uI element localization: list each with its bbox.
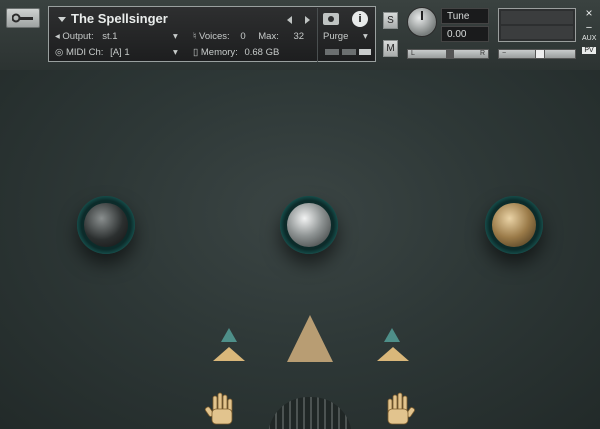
volume-slider[interactable]: −	[498, 49, 576, 59]
aux-button[interactable]: AUX	[582, 35, 596, 42]
volume-handle[interactable]	[535, 49, 545, 59]
small-triangle-right-icon	[384, 328, 400, 342]
output-dropdown-icon: ▾	[173, 31, 178, 42]
level-meter-left	[501, 11, 573, 24]
minimize-button[interactable]: −	[582, 22, 596, 34]
collapse-arrow-icon[interactable]	[58, 17, 66, 22]
tune-knob[interactable]	[407, 7, 437, 37]
midi-value: [A] 1	[110, 47, 130, 58]
purge-dropdown[interactable]: Purge ▾	[323, 31, 368, 42]
wrench-icon	[12, 13, 33, 23]
orb-silver-ball	[287, 203, 331, 247]
output-level-meters	[498, 8, 576, 42]
settings-wrench-button[interactable]	[6, 8, 40, 28]
instrument-title: The Spellsinger	[71, 11, 168, 26]
orb-bronze[interactable]	[485, 196, 543, 254]
divider	[317, 8, 318, 62]
camera-icon[interactable]	[323, 13, 339, 25]
info-icon[interactable]: i	[352, 11, 368, 27]
purge-meter-2	[342, 49, 356, 55]
voices-row: ♮ Voices: 0 Max: 32	[193, 31, 304, 42]
main-pyramid-icon[interactable]	[287, 315, 333, 362]
pv-button[interactable]: PV	[582, 47, 596, 54]
level-meter-right	[501, 26, 573, 39]
orb-silver[interactable]	[280, 196, 338, 254]
voices-label: Voices:	[199, 31, 230, 42]
previous-preset-icon[interactable]	[287, 16, 292, 24]
output-value: st.1	[102, 31, 118, 42]
memory-value: 0.68 GB	[244, 47, 280, 58]
purge-dropdown-icon: ▾	[363, 31, 368, 42]
max-label: Max:	[258, 31, 279, 42]
midi-label: MIDI Ch:	[65, 47, 104, 58]
orb-dark-ball	[84, 203, 128, 247]
pan-slider[interactable]: L R	[407, 49, 489, 59]
small-pyramid-right-icon[interactable]	[377, 347, 409, 361]
purge-meter-3	[359, 49, 371, 55]
right-hand-icon	[387, 392, 415, 425]
solo-button[interactable]: S	[383, 12, 398, 29]
voices-value: 0	[240, 31, 246, 42]
purge-label: Purge	[323, 31, 349, 42]
memory-icon: ▯	[193, 47, 201, 58]
instrument-body	[0, 70, 600, 429]
volume-minus-label: −	[502, 50, 507, 57]
midi-dropdown-icon: ▾	[173, 47, 178, 58]
next-preset-icon[interactable]	[305, 16, 310, 24]
max-value[interactable]: 32	[294, 31, 305, 42]
tune-value-field[interactable]: 0.00	[441, 26, 489, 42]
speaker-grille	[268, 397, 352, 429]
tune-label: Tune	[441, 8, 489, 24]
mute-button[interactable]: M	[383, 40, 398, 57]
pan-right-label: R	[479, 50, 485, 57]
memory-label: Memory:	[200, 47, 238, 58]
purge-meter-1	[325, 49, 339, 55]
small-pyramid-left-icon[interactable]	[213, 347, 245, 361]
close-button[interactable]: ×	[582, 6, 596, 20]
instrument-header: The Spellsinger i ◂ Output: st.1 ▾ ◎ MID…	[0, 0, 600, 70]
left-hand-icon	[204, 392, 233, 425]
midi-icon: ◎	[55, 47, 66, 58]
instrument-info-panel: The Spellsinger i ◂ Output: st.1 ▾ ◎ MID…	[48, 6, 376, 62]
midi-row[interactable]: ◎ MIDI Ch: [A] 1 ▾	[55, 47, 178, 58]
pan-handle[interactable]	[446, 49, 454, 59]
orb-bronze-ball	[492, 203, 536, 247]
output-label: Output:	[62, 31, 94, 42]
orb-dark[interactable]	[77, 196, 135, 254]
small-triangle-left-icon	[221, 328, 237, 342]
output-row[interactable]: ◂ Output: st.1 ▾	[55, 31, 178, 42]
pan-left-label: L	[411, 50, 415, 57]
memory-row: ▯ Memory: 0.68 GB	[193, 47, 279, 58]
